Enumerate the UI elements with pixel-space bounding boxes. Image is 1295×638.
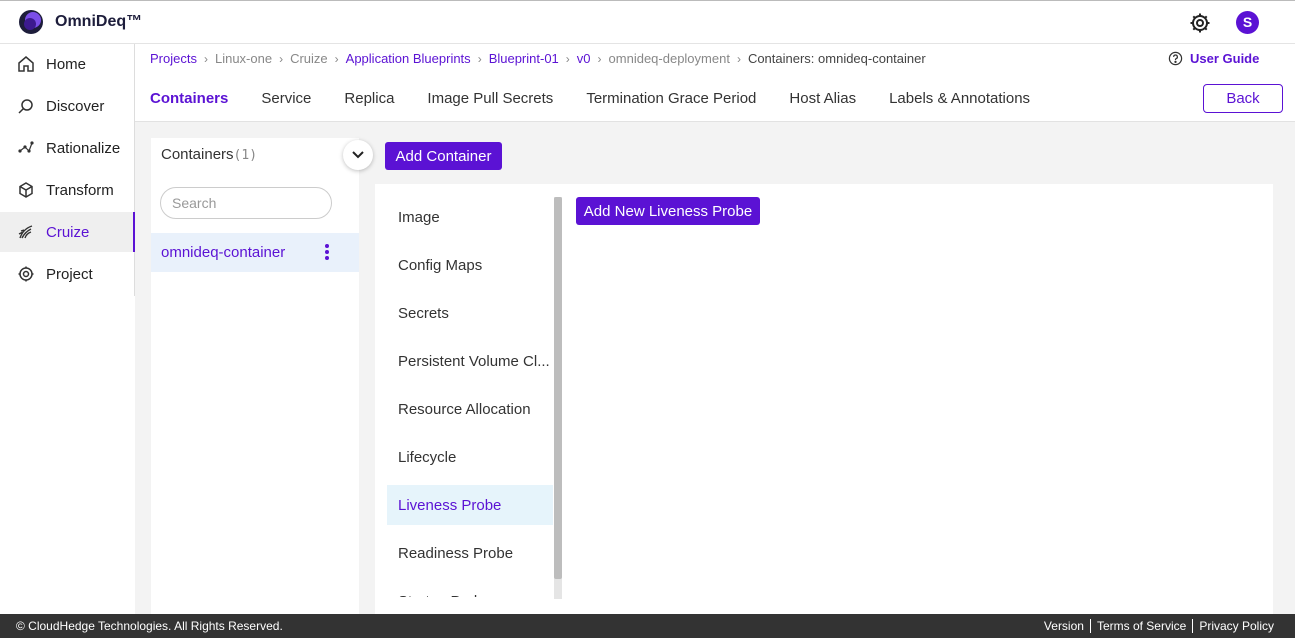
- avatar[interactable]: S: [1236, 11, 1259, 34]
- containers-panel: Containers(1) omnideq-container: [151, 138, 359, 614]
- collapse-panel-button[interactable]: [343, 140, 373, 170]
- sidebar-item-label: Transform: [46, 181, 114, 199]
- user-guide-label: User Guide: [1190, 51, 1260, 66]
- rationalize-icon: [18, 141, 34, 153]
- add-container-button[interactable]: Add Container: [385, 142, 502, 170]
- chevron-right-icon: ›: [203, 51, 208, 66]
- sidebar-item-rationalize[interactable]: Rationalize: [0, 128, 135, 168]
- containers-title: Containers: [161, 146, 234, 163]
- tab-service[interactable]: Service: [261, 90, 311, 107]
- chevron-right-icon: ›: [279, 51, 284, 66]
- list-item[interactable]: omnideq-container: [151, 233, 359, 272]
- footer-link-version[interactable]: Version: [1038, 619, 1090, 633]
- tab-labels-annotations[interactable]: Labels & Annotations: [889, 90, 1030, 107]
- breadcrumb-deployment: omnideq-deployment: [608, 51, 730, 66]
- sidebar-item-discover[interactable]: Discover: [0, 86, 135, 126]
- tab-host-alias[interactable]: Host Alias: [789, 90, 856, 107]
- section-resource-allocation[interactable]: Resource Allocation: [387, 389, 553, 429]
- omnideq-logo-icon: [19, 10, 43, 34]
- breadcrumb-application-blueprints[interactable]: Application Blueprints: [346, 51, 471, 66]
- sidebar: Home Discover Rationalize Transform Crui…: [0, 44, 135, 296]
- sidebar-item-label: Rationalize: [46, 139, 121, 157]
- sidebar-item-cruize[interactable]: Cruize: [0, 212, 135, 252]
- chevron-right-icon: ›: [477, 51, 482, 66]
- containers-heading: Containers(1): [161, 146, 257, 163]
- transform-icon: [19, 182, 33, 198]
- sidebar-item-label: Discover: [46, 97, 105, 115]
- footer-links: Version Terms of Service Privacy Policy: [1038, 619, 1280, 633]
- tab-bar: Containers Service Replica Image Pull Se…: [150, 90, 1063, 107]
- page-header: Projects › Linux-one › Cruize › Applicat…: [135, 44, 1295, 122]
- sidebar-item-label: Cruize: [46, 223, 90, 241]
- breadcrumb: Projects › Linux-one › Cruize › Applicat…: [150, 51, 926, 66]
- user-guide-link[interactable]: User Guide: [1168, 51, 1259, 66]
- sidebar-item-home[interactable]: Home: [0, 44, 135, 84]
- tab-replica[interactable]: Replica: [344, 90, 394, 107]
- add-liveness-probe-button[interactable]: Add New Liveness Probe: [576, 197, 760, 225]
- footer-link-privacy[interactable]: Privacy Policy: [1192, 619, 1280, 633]
- chevron-right-icon: ›: [334, 51, 339, 66]
- discover-icon: [18, 99, 33, 114]
- project-icon: [18, 266, 34, 282]
- kebab-menu-icon[interactable]: [321, 243, 333, 261]
- help-icon: [1168, 51, 1183, 66]
- back-button[interactable]: Back: [1203, 84, 1283, 113]
- chevron-right-icon: ›: [597, 51, 602, 66]
- containers-count: (1): [233, 148, 258, 163]
- home-icon: [18, 56, 34, 72]
- chevron-right-icon: ›: [565, 51, 570, 66]
- chevron-right-icon: ›: [736, 51, 741, 66]
- section-liveness-probe[interactable]: Liveness Probe: [387, 485, 553, 525]
- section-image[interactable]: Image: [387, 197, 553, 237]
- breadcrumb-cruize: Cruize: [290, 51, 328, 66]
- main-content: Projects › Linux-one › Cruize › Applicat…: [135, 44, 1295, 614]
- breadcrumb-version[interactable]: v0: [577, 51, 591, 66]
- footer-link-terms[interactable]: Terms of Service: [1089, 619, 1192, 633]
- breadcrumb-blueprint[interactable]: Blueprint-01: [489, 51, 559, 66]
- sidebar-item-label: Home: [46, 55, 87, 73]
- sidebar-empty-area: [0, 296, 135, 614]
- tab-containers[interactable]: Containers: [150, 90, 228, 107]
- copyright-text: © CloudHedge Technologies. All Rights Re…: [16, 619, 283, 633]
- app-title: OmniDeq™: [55, 13, 143, 30]
- gear-icon[interactable]: [1188, 11, 1212, 35]
- tab-image-pull-secrets[interactable]: Image Pull Secrets: [427, 90, 553, 107]
- breadcrumb-current: Containers: omnideq-container: [747, 51, 926, 66]
- section-readiness-probe[interactable]: Readiness Probe: [387, 533, 553, 573]
- sidebar-item-label: Project: [46, 265, 93, 283]
- section-config-maps[interactable]: Config Maps: [387, 245, 553, 285]
- container-detail-panel: Image Config Maps Secrets Persistent Vol…: [375, 184, 1273, 614]
- tab-termination-grace-period[interactable]: Termination Grace Period: [586, 90, 756, 107]
- section-secrets[interactable]: Secrets: [387, 293, 553, 333]
- breadcrumb-linux-one: Linux-one: [214, 51, 273, 66]
- section-list: Image Config Maps Secrets Persistent Vol…: [387, 197, 553, 597]
- search-input[interactable]: [160, 187, 332, 219]
- footer: © CloudHedge Technologies. All Rights Re…: [0, 614, 1295, 638]
- top-bar: OmniDeq™ S: [0, 0, 1295, 44]
- section-lifecycle[interactable]: Lifecycle: [387, 437, 553, 477]
- breadcrumb-projects[interactable]: Projects: [150, 51, 197, 66]
- section-list-scrollbar[interactable]: [554, 197, 562, 599]
- cruize-icon: [18, 225, 33, 239]
- chevron-down-icon: [352, 151, 364, 159]
- sidebar-item-transform[interactable]: Transform: [0, 170, 135, 210]
- sidebar-item-project[interactable]: Project: [0, 254, 135, 294]
- section-persistent-volume-claims[interactable]: Persistent Volume Cl...: [387, 341, 553, 381]
- container-name: omnideq-container: [161, 244, 286, 261]
- section-startup-probe[interactable]: Startup Probe: [387, 581, 553, 598]
- scrollbar-thumb[interactable]: [554, 197, 562, 579]
